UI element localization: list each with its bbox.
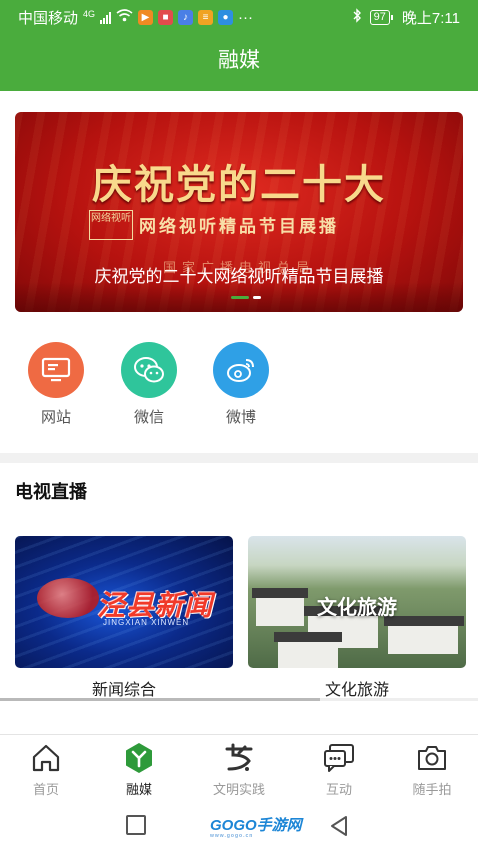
watermark-logo: GOGO手游网 www.gogo.cn [210, 814, 302, 839]
clock: 晚上7:11 [401, 10, 460, 27]
recent-apps-button[interactable] [126, 815, 146, 835]
channel-card-news[interactable]: 泾县新闻 JINGXIAN XINWEN 新闻综合 [15, 536, 233, 700]
village-roof [274, 632, 342, 642]
carousel-dot [253, 296, 261, 299]
channel-thumbnail: 文化旅游 [248, 536, 466, 668]
news-app-icon: ≡ [198, 10, 214, 25]
nav-media[interactable]: 融媒 [99, 741, 179, 798]
share-wechat-button[interactable]: 微信 [119, 342, 179, 427]
chat-icon [322, 741, 356, 775]
network-label: 4G [83, 8, 96, 19]
nav-home[interactable]: 首页 [6, 741, 86, 798]
camera-icon [415, 741, 449, 775]
watermark-text: GOGO手游网 [210, 817, 302, 834]
thumb-title: 文化旅游 [317, 597, 397, 619]
share-website-button[interactable]: 网站 [26, 342, 86, 427]
horizontal-scrollbar[interactable] [0, 698, 478, 701]
header-bar: 融媒 [0, 34, 478, 91]
section-title-live-tv: 电视直播 [15, 482, 87, 502]
home-icon [29, 741, 63, 775]
village-house [388, 624, 458, 654]
bluetooth-icon [352, 8, 362, 27]
share-weibo-button[interactable]: 微博 [211, 342, 271, 427]
globe-graphic [37, 578, 99, 618]
scrollbar-thumb[interactable] [0, 698, 320, 701]
village-house [278, 640, 338, 668]
share-label: 微信 [133, 409, 164, 426]
video-app-icon: ▶ [138, 10, 154, 25]
share-label: 微博 [225, 409, 256, 426]
channel-label: 文化旅游 [324, 682, 389, 699]
channel-label: 新闻综合 [91, 682, 156, 699]
back-icon [331, 816, 347, 836]
reader-app-icon: ■ [158, 10, 174, 25]
nav-label: 首页 [32, 782, 59, 797]
back-button[interactable] [328, 814, 350, 843]
banner-carousel[interactable]: 庆祝党的二十大 网络视听 网络视听精品节目展播 国家广播电视总局 庆祝党的二十大… [15, 112, 463, 312]
page-title: 融媒 [218, 49, 260, 72]
nav-interaction[interactable]: 互动 [299, 741, 379, 798]
nav-civilization[interactable]: 文明实践 [199, 741, 279, 798]
system-navigation: GOGO手游网 www.gogo.cn [0, 802, 478, 850]
music-app-icon: ♪ [178, 10, 194, 25]
weibo-icon [213, 342, 269, 398]
banner-headline: 庆祝党的二十大 [92, 161, 386, 208]
banner-subtitle: 网络视听精品节目展播 [139, 217, 339, 236]
channel-card-tourism[interactable]: 文化旅游 文化旅游 [248, 536, 466, 700]
banner-seal-logo: 网络视听 [89, 210, 133, 240]
share-label: 网站 [40, 409, 71, 426]
thumb-pinyin: JINGXIAN XINWEN [103, 618, 190, 627]
monitor-icon [28, 342, 84, 398]
section-divider [0, 453, 478, 463]
nav-label: 融媒 [125, 782, 152, 797]
wifi-icon [116, 9, 133, 26]
carousel-dot-active [231, 296, 249, 299]
signal-icon [100, 11, 112, 24]
battery-indicator: 97 [369, 10, 394, 25]
nav-label: 互动 [325, 782, 352, 797]
banner-caption: 庆祝党的二十大网络视听精品节目展播 [94, 267, 384, 286]
nav-snapshot[interactable]: 随手拍 [392, 741, 472, 798]
carousel-indicator [231, 296, 261, 299]
carrier-label: 中国移动 [18, 10, 79, 27]
tips-app-icon: ● [218, 10, 234, 25]
media-icon [122, 741, 156, 775]
civilization-icon [222, 741, 256, 775]
bottom-navigation: 首页 融媒 文明实践 互动 随手拍 [0, 734, 478, 802]
nav-label: 随手拍 [412, 782, 452, 797]
wechat-icon [121, 342, 177, 398]
channel-thumbnail: 泾县新闻 JINGXIAN XINWEN [15, 536, 233, 668]
more-notifications: ··· [238, 9, 254, 26]
nav-label: 文明实践 [212, 782, 265, 797]
status-bar: 中国移动 4G ▶ ■ ♪ ≡ ● ··· 97 晚上7:11 [0, 0, 478, 34]
